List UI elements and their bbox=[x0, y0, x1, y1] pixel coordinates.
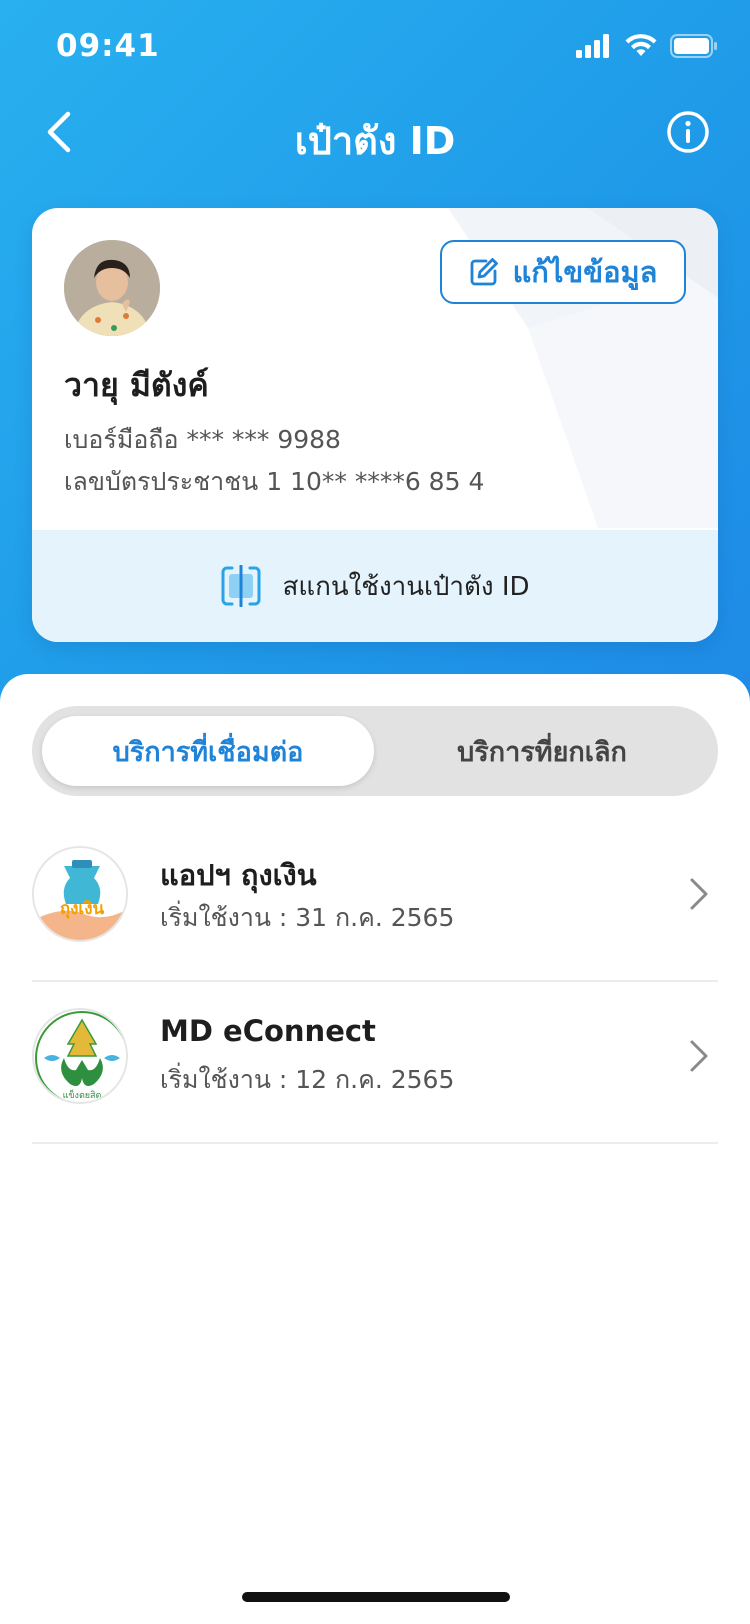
user-name: วายุ มีตังค์ bbox=[64, 366, 209, 404]
service-name: แอปฯ ถุงเงิน bbox=[160, 858, 317, 892]
edit-profile-button[interactable]: แก้ไขข้อมูล bbox=[440, 240, 686, 304]
service-start-date: เริ่มใช้งาน : 31 ก.ค. 2565 bbox=[160, 903, 455, 932]
services-sheet: บริการที่เชื่อมต่อ บริการที่ยกเลิก ถุงเง… bbox=[0, 674, 750, 1624]
service-start-date: เริ่มใช้งาน : 12 ก.ค. 2565 bbox=[160, 1065, 455, 1094]
signal-icon bbox=[576, 34, 609, 58]
service-item-tungngern[interactable]: ถุงเงิน แอปฯ ถุงเงิน เริ่มใช้งาน : 31 ก.… bbox=[32, 820, 718, 982]
service-name: MD eConnect bbox=[160, 1014, 376, 1048]
service-list: ถุงเงิน แอปฯ ถุงเงิน เริ่มใช้งาน : 31 ก.… bbox=[32, 820, 718, 1144]
tab-cancelled-services[interactable]: บริการที่ยกเลิก bbox=[376, 716, 708, 786]
md-econnect-logo-image: แข็งตยสิต bbox=[35, 1011, 126, 1102]
tungngern-logo-text: ถุงเงิน bbox=[60, 899, 105, 919]
scan-id-button[interactable]: สแกนใช้งานเป๋าตัง ID bbox=[32, 530, 718, 642]
edit-icon bbox=[470, 258, 498, 286]
md-econnect-logo: แข็งตยสิต bbox=[32, 1008, 128, 1104]
wifi-icon bbox=[625, 34, 657, 56]
scan-icon bbox=[221, 565, 261, 607]
home-indicator[interactable] bbox=[242, 1592, 510, 1602]
edit-profile-label: แก้ไขข้อมูล bbox=[512, 255, 658, 289]
status-bar: 09:41 bbox=[0, 0, 750, 92]
user-id-card-number: เลขบัตรประชาชน 1 10** ****6 85 4 bbox=[64, 467, 485, 496]
id-card: แก้ไขข้อมูล วายุ มีตังค์ เบอร์มือถือ ***… bbox=[32, 208, 718, 642]
chevron-right-icon bbox=[690, 878, 708, 910]
avatar bbox=[64, 240, 160, 336]
info-icon[interactable] bbox=[666, 110, 710, 154]
status-icons bbox=[576, 32, 718, 60]
tungngern-logo-image: ถุงเงิน bbox=[34, 848, 126, 940]
service-item-md-econnect[interactable]: แข็งตยสิต MD eConnect เริ่มใช้งาน : 12 ก… bbox=[32, 982, 718, 1144]
battery-icon bbox=[670, 34, 717, 58]
tungngern-logo: ถุงเงิน bbox=[32, 846, 128, 942]
avatar-image bbox=[64, 240, 160, 336]
navigation-bar: เป๋าตัง ID bbox=[0, 92, 750, 178]
service-tabs: บริการที่เชื่อมต่อ บริการที่ยกเลิก bbox=[32, 706, 718, 796]
status-time: 09:41 bbox=[56, 28, 160, 64]
scan-id-label: สแกนใช้งานเป๋าตัง ID bbox=[282, 571, 530, 602]
chevron-right-icon bbox=[690, 1040, 708, 1072]
page-title: เป๋าตัง ID bbox=[294, 119, 456, 163]
tab-connected-services[interactable]: บริการที่เชื่อมต่อ bbox=[42, 716, 374, 786]
user-phone: เบอร์มือถือ *** *** 9988 bbox=[64, 425, 341, 454]
